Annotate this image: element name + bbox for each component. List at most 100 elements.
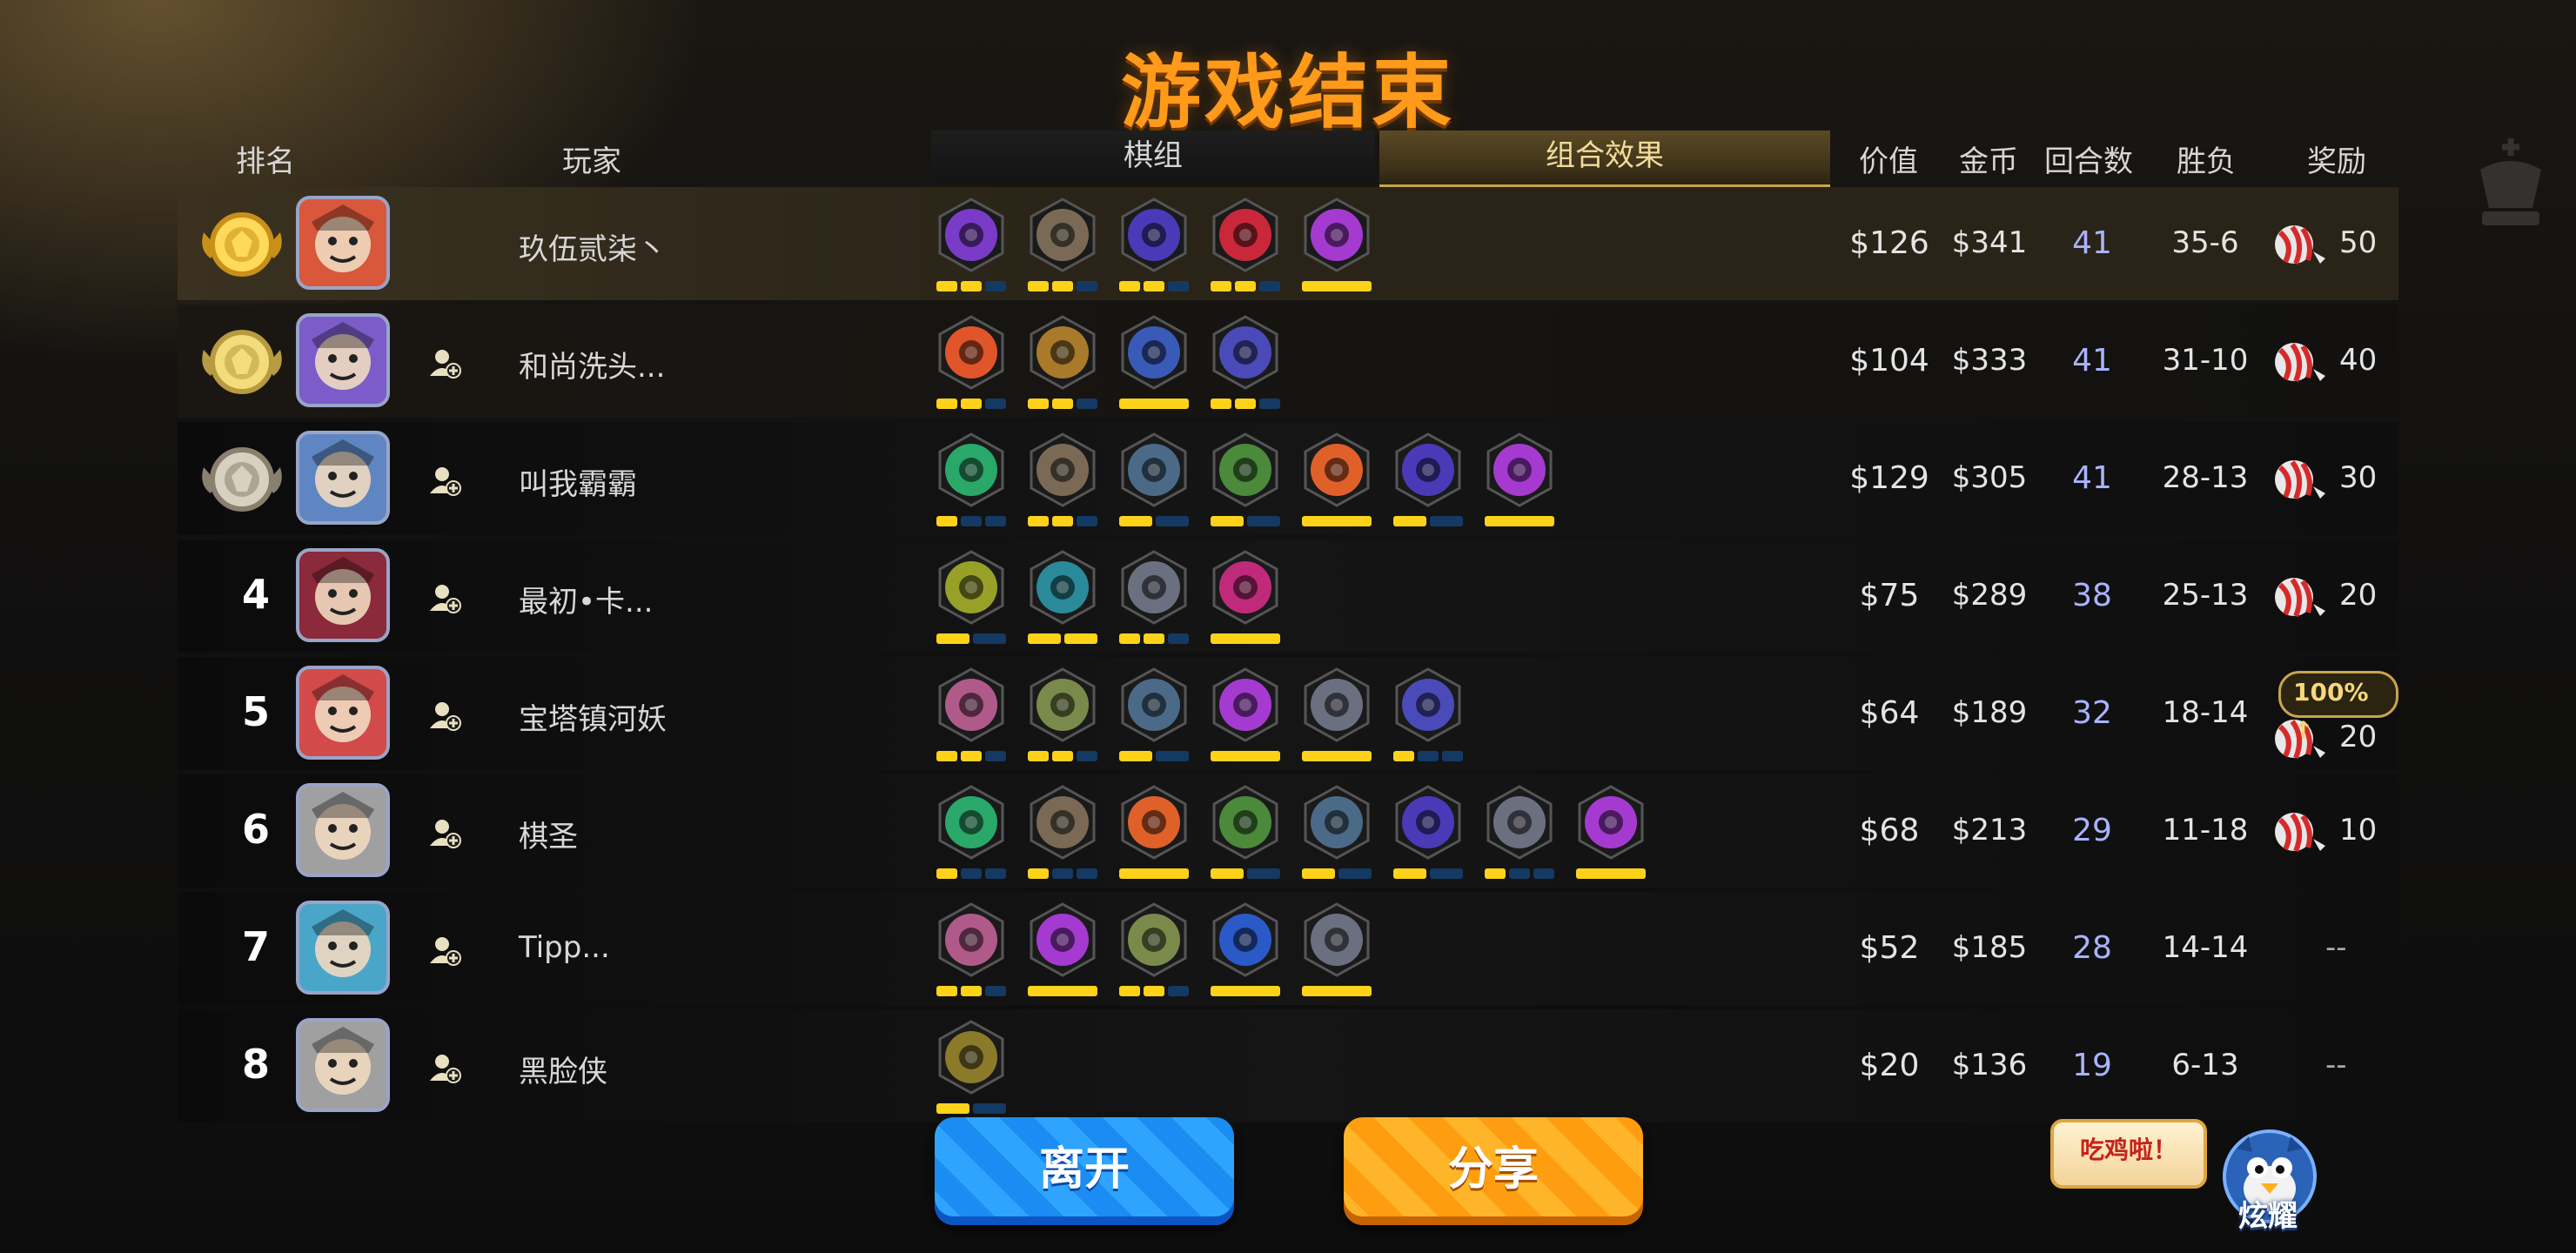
bow-icon[interactable] (1211, 432, 1280, 530)
goblin-icon[interactable] (1119, 902, 1189, 1000)
star-level-bar (1485, 516, 1554, 526)
header-player: 玩家 (562, 144, 621, 179)
gear-icon[interactable] (1028, 315, 1097, 412)
knight-helm-icon[interactable] (1485, 785, 1554, 882)
gold-cell: $289 (1951, 578, 2028, 613)
header-gold: 金币 (1959, 144, 2018, 179)
winloss-cell: 11-18 (2162, 813, 2249, 848)
header-reward: 奖励 (2307, 144, 2366, 179)
axe-warrior-icon[interactable] (1028, 198, 1097, 295)
star-level-bar (936, 1103, 1006, 1114)
swirl-icon[interactable] (1119, 432, 1189, 530)
paw-icon[interactable] (936, 785, 1006, 882)
knight-helm-icon[interactable] (1119, 550, 1189, 647)
table-row: 4 最初•卡... $75 $289 38 25-13 20 (178, 539, 2398, 653)
table-row: 叫我霸霸 $129 $305 41 28-13 30 (178, 422, 2398, 535)
up-arrow-icon: ↑ (2293, 716, 2314, 745)
star-level-bar (1302, 986, 1372, 996)
player-name: 玖伍贰柒丶 (519, 232, 667, 267)
purple-skull-icon[interactable] (1576, 785, 1646, 882)
fish-skeleton-icon[interactable] (1393, 785, 1463, 882)
add-friend-icon[interactable] (428, 1051, 461, 1084)
add-friend-icon[interactable] (428, 464, 461, 497)
cross-icon[interactable] (1302, 902, 1372, 1000)
candy-icon (2273, 224, 2329, 269)
share-button[interactable]: 分享 (1344, 1117, 1643, 1225)
add-friend-icon[interactable] (428, 346, 461, 379)
table-row: 7 Tipp... $52 $185 28 14-14 -- (178, 892, 2398, 1005)
star-level-bar (936, 868, 1006, 879)
avatar[interactable] (296, 901, 390, 995)
winloss-cell: 28-13 (2162, 460, 2249, 495)
fish-skeleton-icon[interactable] (1393, 432, 1463, 530)
purple-skull-icon[interactable] (1211, 667, 1280, 765)
avatar[interactable] (296, 313, 390, 407)
add-friend-icon[interactable] (428, 699, 461, 732)
purple-demon-icon[interactable] (936, 198, 1006, 295)
orange-beast-icon[interactable] (936, 315, 1006, 412)
cross-icon[interactable] (1302, 667, 1372, 765)
star-level-bar (1028, 281, 1097, 291)
purple-skull-icon[interactable] (1028, 902, 1097, 1000)
chess-knight-icon[interactable] (936, 902, 1006, 1000)
purple-skull-icon[interactable] (1485, 432, 1554, 530)
avatar[interactable] (296, 431, 390, 525)
avatar[interactable] (296, 783, 390, 877)
add-friend-icon[interactable] (428, 934, 461, 967)
horned-helmet-icon[interactable] (1302, 432, 1372, 530)
purple-skull-icon[interactable] (1302, 198, 1372, 295)
claw-icon[interactable] (936, 1020, 1006, 1117)
star-level-bar (1119, 399, 1189, 409)
reward-amount: 10 (2339, 813, 2378, 848)
flaunt-label[interactable]: 炫耀 (2238, 1192, 2298, 1235)
rounds-cell: 41 (2072, 343, 2112, 379)
bonus-percent: 100% (2293, 678, 2369, 707)
star-level-bar (1028, 986, 1097, 996)
wizard-hat-icon[interactable] (1119, 315, 1189, 412)
goblin-icon[interactable] (1028, 667, 1097, 765)
star-level-bar (1119, 516, 1189, 526)
avatar[interactable] (296, 1018, 390, 1112)
horned-helmet-icon[interactable] (1119, 785, 1189, 882)
leave-button[interactable]: 离开 (935, 1117, 1234, 1225)
star-level-bar (936, 399, 1006, 409)
header-rounds: 回合数 (2044, 144, 2133, 179)
rounds-cell: 41 (2072, 225, 2112, 261)
rounds-cell: 38 (2072, 578, 2112, 613)
chess-knight-icon[interactable] (936, 667, 1006, 765)
pink-blade-icon[interactable] (1211, 550, 1280, 647)
add-friend-icon[interactable] (428, 816, 461, 849)
winloss-cell: 35-6 (2171, 225, 2239, 260)
tab-synergy[interactable]: 组合效果 (1379, 131, 1830, 188)
winloss-cell: 14-14 (2162, 930, 2249, 965)
add-friend-icon[interactable] (428, 581, 461, 614)
ore-icon[interactable] (936, 550, 1006, 647)
results-table: 玖伍贰柒丶 $126 $341 41 35-6 50 和尚洗头... $104 … (178, 187, 2398, 1127)
avatar[interactable] (296, 196, 390, 290)
reward-cell: -- (2273, 927, 2421, 970)
reward-amount: 20 (2339, 578, 2378, 613)
avatar[interactable] (296, 666, 390, 760)
fish-skeleton-icon[interactable] (1119, 198, 1189, 295)
red-arch-icon[interactable] (1211, 198, 1280, 295)
gold-cell: $189 (1951, 695, 2028, 730)
tab-lineup[interactable]: 棋组 (931, 131, 1375, 181)
swirl-icon[interactable] (1302, 785, 1372, 882)
table-row: 玖伍贰柒丶 $126 $341 41 35-6 50 (178, 187, 2398, 300)
value-cell: $52 (1859, 930, 1920, 966)
swirl-icon[interactable] (1119, 667, 1189, 765)
header-rank: 排名 (236, 144, 295, 179)
axe-warrior-icon[interactable] (1028, 785, 1097, 882)
blue-blades-icon[interactable] (1211, 902, 1280, 1000)
value-cell: $20 (1859, 1048, 1920, 1083)
spellbook-icon[interactable] (1393, 667, 1463, 765)
paw-icon[interactable] (936, 432, 1006, 530)
question-icon[interactable] (1028, 550, 1097, 647)
reward-amount: 20 (2339, 720, 2378, 754)
avatar[interactable] (296, 548, 390, 642)
reward-cell: 20 (2273, 574, 2421, 618)
spellbook-icon[interactable] (1211, 315, 1280, 412)
player-name: Tipp... (519, 930, 610, 965)
axe-warrior-icon[interactable] (1028, 432, 1097, 530)
bow-icon[interactable] (1211, 785, 1280, 882)
